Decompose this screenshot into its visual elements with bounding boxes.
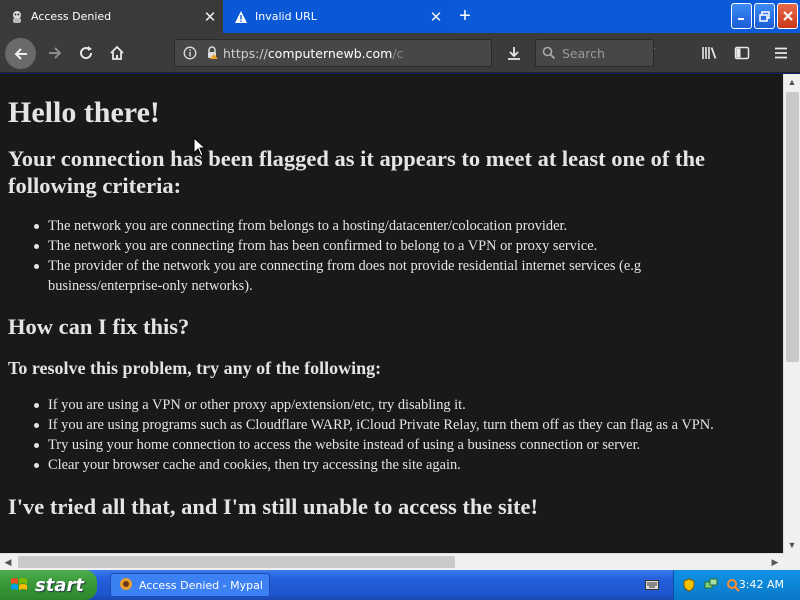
page-heading: Hello there! xyxy=(8,96,160,129)
mypal-app-icon xyxy=(119,577,133,594)
vertical-scroll-thumb[interactable] xyxy=(786,92,799,362)
page-content: Hello there! Your connection has been fl… xyxy=(0,74,783,553)
close-icon xyxy=(782,11,793,21)
library-button[interactable] xyxy=(695,38,725,68)
tab-label: Access Denied xyxy=(31,10,112,23)
list-item: If you are using a VPN or other proxy ap… xyxy=(34,395,775,415)
new-tab-button[interactable]: + xyxy=(452,4,478,28)
warning-icon xyxy=(233,9,249,25)
hamburger-icon xyxy=(775,47,787,59)
taskbar-item-mypal[interactable]: Access Denied - Mypal xyxy=(110,573,270,597)
minimize-button[interactable] xyxy=(731,3,752,29)
horizontal-scroll-thumb[interactable] xyxy=(18,556,455,568)
scroll-left-arrow-icon[interactable]: ◀ xyxy=(0,554,16,570)
url-scheme: https:// xyxy=(223,45,268,61)
restore-button[interactable] xyxy=(754,3,775,29)
list-item: Try using your home connection to access… xyxy=(34,435,775,455)
url-text[interactable]: https://computernewb.com/col xyxy=(223,46,403,61)
forward-button[interactable] xyxy=(40,38,70,68)
still-unable-heading: I've tried all that, and I'm still unabl… xyxy=(8,494,538,519)
start-label: start xyxy=(35,574,84,596)
vertical-scrollbar[interactable]: ▲ ▼ xyxy=(783,74,800,553)
navigation-toolbar: https://computernewb.com/col ••• ☆ xyxy=(0,33,800,73)
taskbar-item-label: Access Denied - Mypal xyxy=(139,578,263,592)
arrow-right-icon xyxy=(49,47,62,59)
insecure-lock-icon[interactable] xyxy=(201,42,223,64)
sidebar-icon xyxy=(734,46,750,60)
list-item: The network you are connecting from belo… xyxy=(34,216,714,236)
list-item: If you are using programs such as Cloudf… xyxy=(34,415,775,435)
home-icon xyxy=(110,45,124,60)
scroll-up-arrow-icon[interactable]: ▲ xyxy=(784,74,800,90)
sidebar-toggle-button[interactable] xyxy=(727,38,757,68)
security-shield-icon[interactable] xyxy=(682,578,696,592)
minimize-icon xyxy=(738,17,744,20)
list-item: The network you are connecting from has … xyxy=(34,236,714,256)
url-path: /col xyxy=(392,45,403,61)
search-bar[interactable] xyxy=(535,39,654,67)
mouse-cursor-icon xyxy=(193,137,207,157)
search-input[interactable] xyxy=(562,45,648,61)
steps-list: If you are using a VPN or other proxy ap… xyxy=(34,395,775,475)
close-tab-icon[interactable]: ✕ xyxy=(423,8,449,26)
back-button[interactable] xyxy=(5,38,36,69)
scrollbar-corner xyxy=(783,553,800,570)
arrow-left-icon xyxy=(14,47,27,60)
criteria-list: The network you are connecting from belo… xyxy=(34,216,714,296)
url-host: computernewb.com xyxy=(267,45,393,61)
tab-label: Invalid URL xyxy=(255,10,317,23)
download-icon xyxy=(508,47,520,60)
scroll-right-arrow-icon[interactable]: ▶ xyxy=(767,554,783,570)
hamburger-menu-button[interactable] xyxy=(766,38,796,68)
info-icon[interactable] xyxy=(179,42,201,64)
flagged-heading: Your connection has been flagged as it a… xyxy=(8,146,706,198)
search-icon xyxy=(536,46,562,60)
url-bar[interactable]: https://computernewb.com/col ••• ☆ xyxy=(174,39,656,67)
resolve-heading: To resolve this problem, try any of the … xyxy=(8,358,382,378)
tab-strip: Access Denied ✕ Invalid URL ✕ + xyxy=(0,0,800,33)
reload-icon xyxy=(80,46,93,60)
windows-logo-icon xyxy=(11,578,27,590)
taskbar: start Access Denied - Mypal 3:42 AM xyxy=(0,570,800,600)
clock: 3:42 AM xyxy=(738,578,784,591)
network-icon[interactable] xyxy=(704,578,718,592)
restore-icon xyxy=(759,10,770,22)
scroll-down-arrow-icon[interactable]: ▼ xyxy=(784,537,800,553)
download-button[interactable] xyxy=(499,38,529,68)
tab-access-denied[interactable]: Access Denied ✕ xyxy=(0,0,223,33)
system-tray: 3:42 AM xyxy=(673,570,800,600)
horizontal-scrollbar[interactable]: ◀ ▶ xyxy=(0,553,783,570)
home-button[interactable] xyxy=(102,38,132,68)
site-favicon-icon xyxy=(9,9,25,25)
start-button[interactable]: start xyxy=(0,570,97,600)
fix-heading: How can I fix this? xyxy=(8,314,190,339)
close-window-button[interactable] xyxy=(777,3,798,29)
reload-button[interactable] xyxy=(71,38,101,68)
close-tab-icon[interactable]: ✕ xyxy=(197,8,223,26)
library-icon xyxy=(702,47,717,59)
list-item: Clear your browser cache and cookies, th… xyxy=(34,455,775,475)
keyboard-icon[interactable] xyxy=(645,579,659,591)
list-item: The provider of the network you are conn… xyxy=(34,256,714,296)
tab-invalid-url[interactable]: Invalid URL ✕ xyxy=(224,0,449,33)
